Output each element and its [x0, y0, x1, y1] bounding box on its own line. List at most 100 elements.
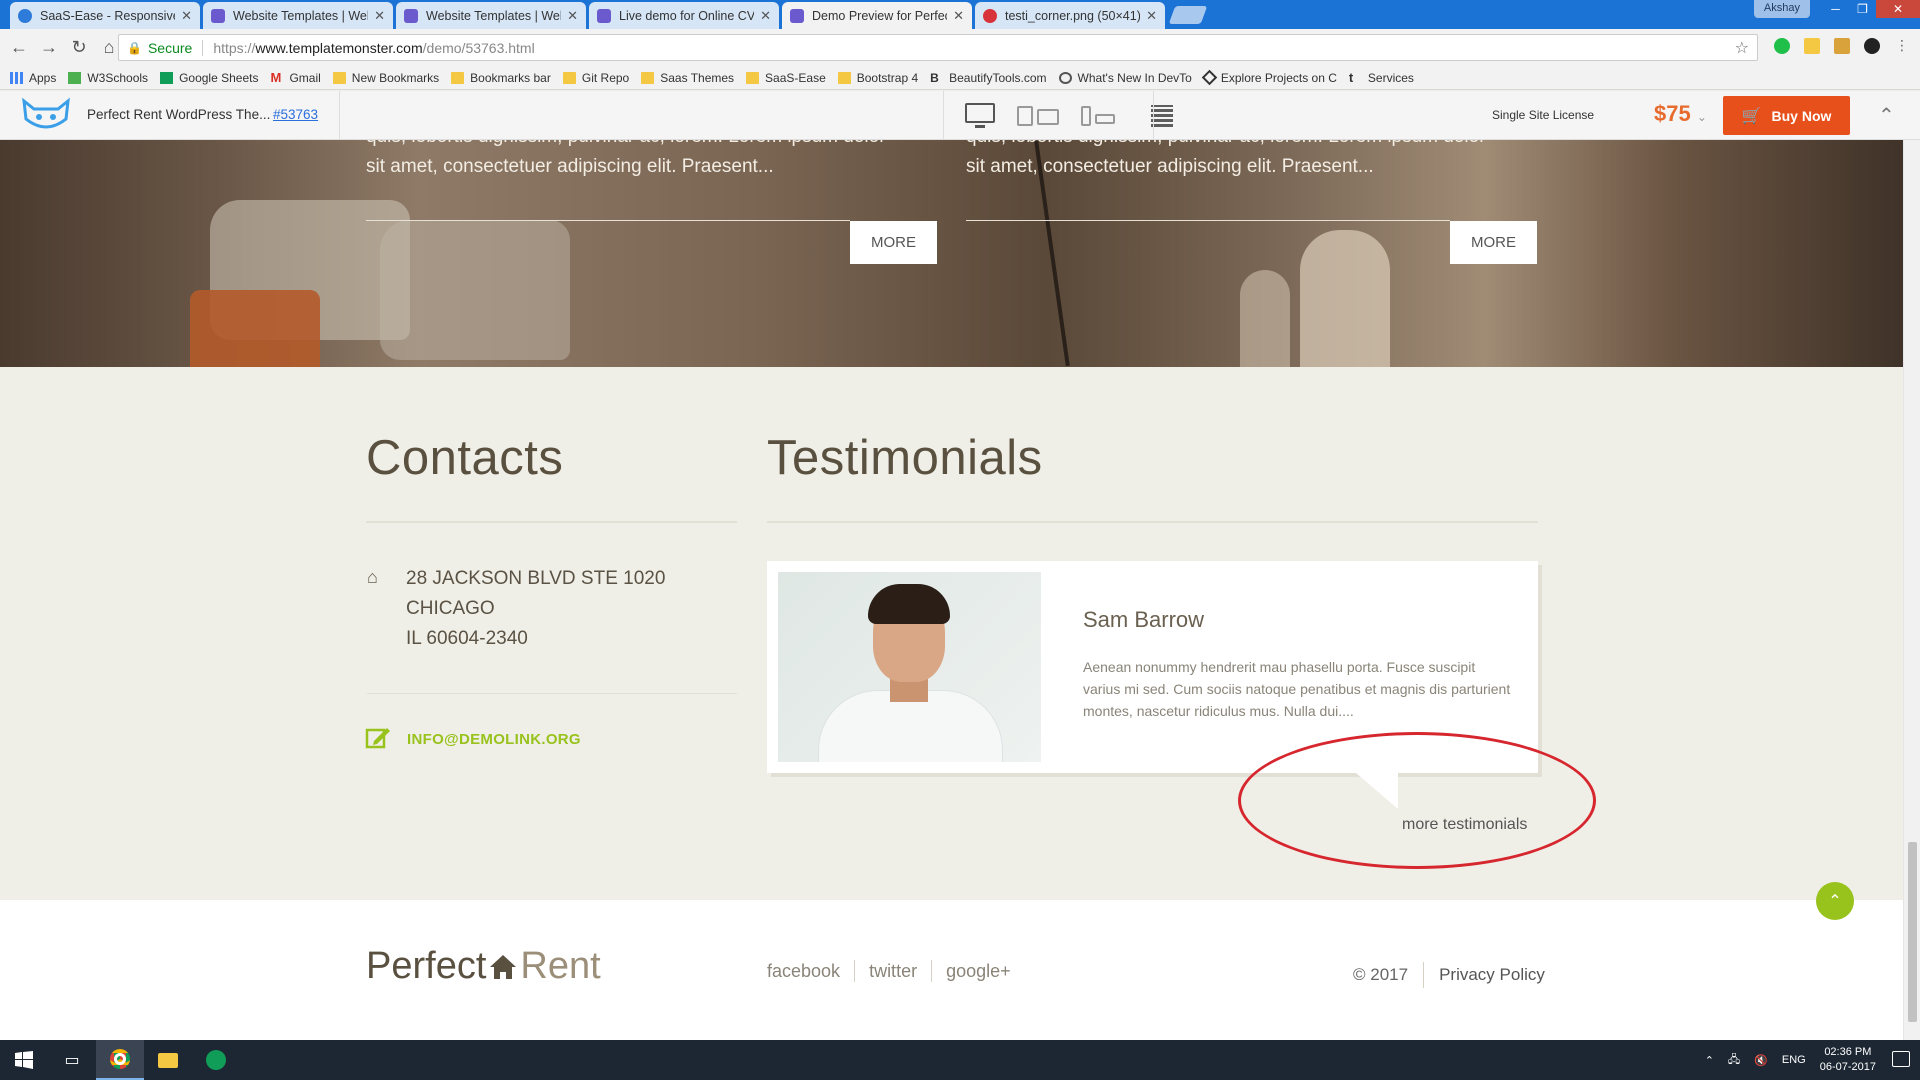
sheets-icon — [160, 71, 174, 84]
clock-date: 06-07-2017 — [1819, 1061, 1876, 1073]
footer-brand-logo[interactable]: Perfect Rent — [366, 945, 601, 988]
tab-close-icon[interactable]: ✕ — [1146, 8, 1157, 24]
task-view-icon[interactable]: ▭ — [48, 1040, 96, 1080]
tab-close-icon[interactable]: ✕ — [567, 8, 578, 24]
extension-folder-icon[interactable] — [1834, 38, 1850, 54]
bookmark-devtools[interactable]: What's New In DevTo — [1058, 71, 1192, 85]
decor-vase — [1300, 230, 1390, 367]
network-icon[interactable]: 🖧 — [1728, 1051, 1740, 1070]
twitter-link[interactable]: twitter — [869, 961, 917, 982]
bookmark-beautifytools[interactable]: B BeautifyTools.com — [930, 71, 1046, 85]
tab-favicon-icon — [597, 8, 611, 23]
folder-icon — [641, 71, 655, 84]
bookmark-folder[interactable]: New Bookmarks — [332, 70, 440, 85]
bookmark-gmail[interactable]: M Gmail — [270, 71, 320, 85]
tab-close-icon[interactable]: ✕ — [181, 8, 192, 24]
bookmark-codepen[interactable]: Explore Projects on C — [1201, 69, 1337, 86]
bookmark-folder[interactable]: Git Repo — [562, 70, 630, 85]
collapse-header-icon[interactable]: ⌃ — [1878, 103, 1895, 128]
qr-code-icon[interactable] — [1151, 105, 1173, 127]
back-to-top-button[interactable]: ⌃ — [1816, 882, 1854, 920]
googleplus-link[interactable]: google+ — [946, 961, 1011, 982]
device-switcher — [965, 103, 1173, 129]
browser-tab[interactable]: Website Templates | Web ✕ — [203, 2, 393, 29]
templatemonster-logo-icon[interactable] — [20, 97, 72, 133]
desktop-view-icon[interactable] — [965, 103, 995, 129]
tab-close-icon[interactable]: ✕ — [760, 8, 771, 24]
tab-close-icon[interactable]: ✕ — [374, 8, 385, 24]
more-button-right[interactable]: MORE — [1450, 221, 1537, 264]
bookmark-folder[interactable]: Bookmarks bar — [451, 71, 551, 85]
profile-button[interactable]: Akshay — [1753, 0, 1810, 18]
extension-green-icon[interactable] — [1774, 38, 1790, 54]
bookmark-label: Saas Themes — [660, 70, 735, 85]
decor-vase — [1240, 270, 1290, 367]
folder-icon — [451, 71, 465, 84]
bookmark-folder[interactable]: Bootstrap 4 — [837, 71, 918, 85]
browser-tab[interactable]: Live demo for Online CV ✕ — [589, 2, 779, 29]
preview-header: Perfect Rent WordPress The... #53763 Sin… — [0, 91, 1920, 140]
bookmark-google-sheets[interactable]: Google Sheets — [160, 71, 258, 85]
scrollbar-thumb[interactable] — [1908, 842, 1917, 1022]
bookmark-label: SaaS-Ease — [765, 70, 826, 85]
decor-cushion — [190, 290, 320, 367]
license-label[interactable]: Single Site License — [1492, 108, 1594, 122]
tablet-view-icon[interactable] — [1017, 106, 1059, 126]
bookmark-services[interactable]: t Services — [1349, 71, 1414, 85]
bookmark-label: New Bookmarks — [351, 70, 440, 85]
bookmark-w3schools[interactable]: W3Schools — [68, 71, 148, 85]
header-divider — [1153, 91, 1154, 140]
address-bar[interactable]: 🔒 Secure https://www.templatemonster.com… — [118, 34, 1758, 61]
testimonial-photo — [778, 572, 1041, 762]
close-window-icon[interactable]: ✕ — [1876, 0, 1920, 18]
bookmark-folder[interactable]: SaaS-Ease — [746, 71, 826, 85]
chevron-up-icon: ⌃ — [1828, 893, 1842, 910]
windows-start-icon[interactable] — [0, 1040, 48, 1080]
header-divider — [339, 91, 340, 140]
back-arrow-icon[interactable]: ← — [4, 37, 34, 58]
facebook-link[interactable]: facebook — [767, 961, 840, 982]
hangouts-icon[interactable] — [192, 1040, 240, 1080]
minimize-icon[interactable]: ─ — [1822, 0, 1849, 18]
price-dropdown[interactable]: $75 ⌄ — [1654, 101, 1707, 127]
bookmark-label: Apps — [29, 70, 57, 85]
browser-tab[interactable]: SaaS-Ease - Responsive S ✕ — [10, 2, 200, 29]
volume-muted-icon[interactable]: 🔇 — [1754, 1054, 1768, 1067]
contact-email-link[interactable]: INFO@DEMOLINK.ORG — [407, 731, 581, 748]
reload-icon[interactable]: ↻ — [64, 37, 94, 58]
page-scrollbar[interactable] — [1903, 140, 1920, 1040]
forward-arrow-icon[interactable]: → — [34, 37, 64, 58]
bookmark-star-icon[interactable]: ☆ — [1735, 38, 1749, 58]
menu-kebab-icon[interactable]: ⋮ — [1894, 38, 1910, 54]
language-indicator[interactable]: ENG — [1782, 1054, 1806, 1066]
file-explorer-icon[interactable] — [144, 1040, 192, 1080]
folder-icon — [158, 1052, 178, 1068]
tray-chevron-up-icon[interactable]: ⌃ — [1705, 1054, 1714, 1067]
action-center-icon[interactable] — [1892, 1051, 1910, 1067]
privacy-policy-link[interactable]: Privacy Policy — [1439, 965, 1545, 985]
bookmark-label: Explore Projects on C — [1220, 70, 1337, 85]
restore-icon[interactable]: ❐ — [1849, 0, 1876, 18]
browser-tab-active[interactable]: Demo Preview for Perfec ✕ — [782, 2, 972, 29]
taskbar-clock[interactable]: 02:36 PM 06-07-2017 — [1820, 1045, 1876, 1075]
bookmark-label: Gmail — [289, 70, 321, 85]
new-tab-button[interactable] — [1168, 6, 1208, 24]
browser-tab[interactable]: testi_corner.png (50×41) ✕ — [975, 2, 1165, 29]
footer-legal: © 2017 Privacy Policy — [1353, 962, 1545, 988]
chrome-taskbar-icon[interactable] — [96, 1040, 144, 1080]
browser-tab[interactable]: Website Templates | Web ✕ — [396, 2, 586, 29]
template-id-link[interactable]: #53763 — [273, 107, 318, 122]
bookmark-apps[interactable]: Apps — [10, 71, 56, 85]
bookmark-folder[interactable]: Saas Themes — [641, 71, 734, 85]
extension-dark-icon[interactable] — [1864, 38, 1880, 54]
extension-star-icon[interactable] — [1804, 38, 1820, 54]
buy-now-button[interactable]: 🛒 Buy Now — [1723, 96, 1850, 135]
tab-close-icon[interactable]: ✕ — [953, 8, 964, 24]
address-line: CHICAGO — [406, 598, 495, 619]
bookmark-label: Git Repo — [581, 70, 630, 85]
brand-word-rent: Rent — [520, 945, 601, 987]
system-tray: ⌃ 🖧 🔇 ENG 02:36 PM 06-07-2017 — [1705, 1040, 1876, 1080]
apps-grid-icon — [10, 71, 23, 84]
more-button-left[interactable]: MORE — [850, 221, 937, 264]
mobile-view-icon[interactable] — [1081, 106, 1115, 126]
